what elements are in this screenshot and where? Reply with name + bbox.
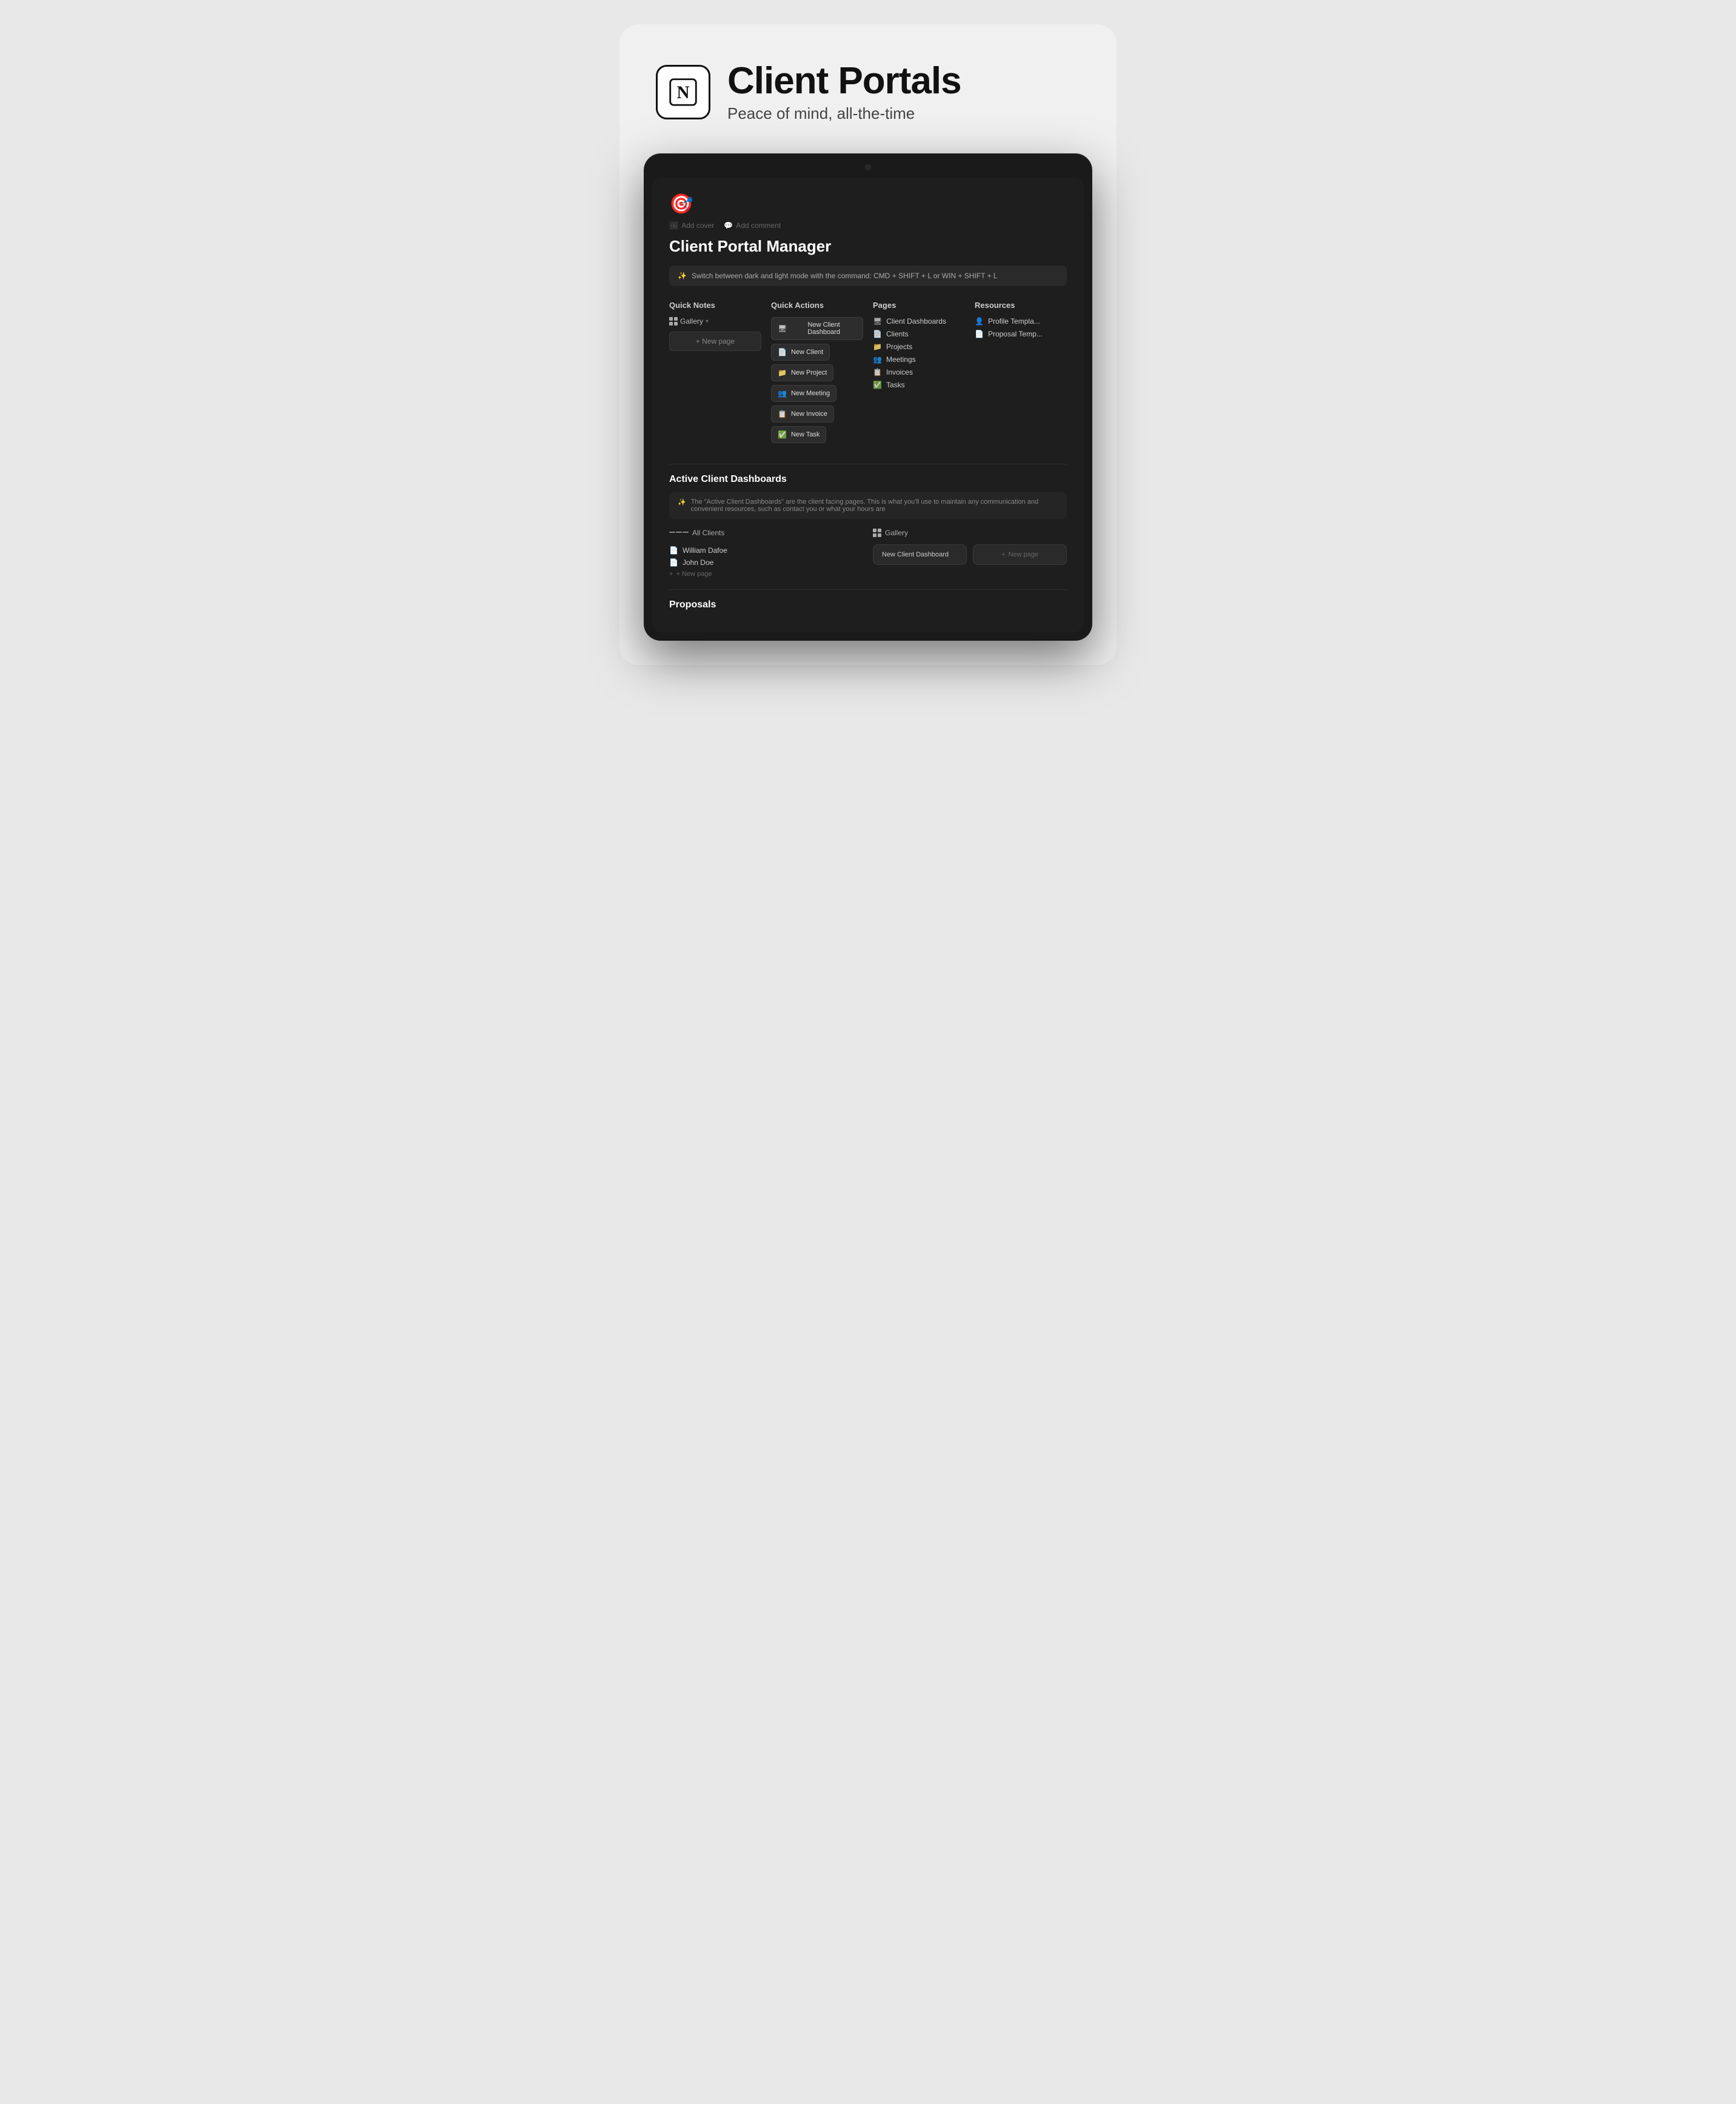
resource-item-1[interactable]: 📄 Proposal Temp... bbox=[975, 330, 1067, 338]
active-dashboards-section: Active Client Dashboards ✨ The "Active C… bbox=[669, 474, 1067, 579]
projects-icon: 📁 bbox=[873, 342, 882, 351]
page-item-4[interactable]: 📋 Invoices bbox=[873, 368, 965, 376]
profile-icon: 👤 bbox=[975, 317, 984, 326]
add-comment-btn[interactable]: 💬 Add comment bbox=[724, 221, 781, 230]
client-1-icon: 📄 bbox=[669, 558, 678, 567]
clients-gallery-view: Gallery New Client Dashboard + New page bbox=[873, 529, 1067, 579]
meetings-icon: 👥 bbox=[873, 355, 882, 364]
page-item-3[interactable]: 👥 Meetings bbox=[873, 355, 965, 364]
active-dashboards-info: ✨ The "Active Client Dashboards" are the… bbox=[669, 492, 1067, 519]
page-meta: 🖼 Add cover 💬 Add comment bbox=[669, 221, 1067, 230]
active-dashboards-title: Active Client Dashboards bbox=[669, 474, 1067, 485]
resource-item-0[interactable]: 👤 Profile Templa... bbox=[975, 317, 1067, 326]
action-btn-0[interactable]: 🖥 New Client Dashboard bbox=[771, 317, 863, 340]
proposal-icon: 📄 bbox=[975, 330, 984, 338]
main-subtitle: Peace of mind, all-the-time bbox=[727, 104, 961, 123]
gallery-view-label[interactable]: Gallery bbox=[873, 529, 1067, 537]
pages-list: 🖥 Client Dashboards 📄 Clients 📁 Projects bbox=[873, 317, 965, 389]
client-item-1[interactable]: 📄 John Doe bbox=[669, 556, 863, 569]
action-btn-5[interactable]: ✅ New Task bbox=[771, 426, 826, 443]
quick-actions-column: Quick Actions 🖥 New Client Dashboard 📄 N… bbox=[771, 301, 863, 447]
resources-heading: Resources bbox=[975, 301, 1067, 310]
pages-heading: Pages bbox=[873, 301, 965, 310]
action-btn-4[interactable]: 📋 New Invoice bbox=[771, 406, 834, 422]
all-clients-view-selector[interactable]: All Clients bbox=[669, 529, 863, 537]
comment-icon: 💬 bbox=[724, 221, 733, 230]
device-frame: 🎯 🖼 Add cover 💬 Add comment Client Porta… bbox=[644, 153, 1092, 641]
dashboards-icon: 🖥 bbox=[873, 317, 882, 326]
quick-actions-heading: Quick Actions bbox=[771, 301, 863, 310]
action-btn-3[interactable]: 👥 New Meeting bbox=[771, 385, 836, 402]
new-client-btn[interactable]: + + New page bbox=[669, 569, 863, 579]
gallery-selector[interactable]: Gallery ▾ bbox=[669, 317, 761, 326]
quick-notes-column: Quick Notes Gallery ▾ + New page bbox=[669, 301, 761, 447]
clients-layout: All Clients 📄 William Dafoe 📄 John Doe + bbox=[669, 529, 1067, 579]
plus-icon: + bbox=[669, 570, 673, 578]
meeting-icon: 👥 bbox=[778, 389, 787, 398]
client-item-0[interactable]: 📄 William Dafoe bbox=[669, 544, 863, 556]
banner-text: Switch between dark and light mode with … bbox=[692, 272, 998, 280]
svg-text:N: N bbox=[676, 83, 689, 102]
action-buttons-list: 🖥 New Client Dashboard 📄 New Client 📁 Ne… bbox=[771, 317, 863, 443]
page-item-5[interactable]: ✅ Tasks bbox=[873, 381, 965, 389]
device-camera bbox=[865, 164, 871, 170]
main-title: Client Portals bbox=[727, 61, 961, 102]
chevron-down-icon: ▾ bbox=[706, 318, 709, 325]
info-banner: ✨ Switch between dark and light mode wit… bbox=[669, 266, 1067, 286]
header-section: N Client Portals Peace of mind, all-the-… bbox=[644, 61, 961, 123]
monitor-icon: 🖥 bbox=[778, 324, 787, 333]
tasks-icon: ✅ bbox=[873, 381, 882, 389]
device-screen: 🎯 🖼 Add cover 💬 Add comment Client Porta… bbox=[652, 178, 1084, 632]
page-item-2[interactable]: 📁 Projects bbox=[873, 342, 965, 351]
notion-logo: N bbox=[656, 65, 710, 119]
page-icon: 🎯 bbox=[669, 192, 1067, 215]
list-view-icon bbox=[669, 532, 689, 534]
client-icon: 📄 bbox=[778, 348, 787, 356]
proposals-title: Proposals bbox=[669, 599, 1067, 610]
action-btn-1[interactable]: 📄 New Client bbox=[771, 344, 830, 361]
invoices-icon: 📋 bbox=[873, 368, 882, 376]
page-item-1[interactable]: 📄 Clients bbox=[873, 330, 965, 338]
image-icon: 🖼 bbox=[669, 221, 678, 230]
header-text: Client Portals Peace of mind, all-the-ti… bbox=[727, 61, 961, 123]
resources-column: Resources 👤 Profile Templa... 📄 Proposal… bbox=[975, 301, 1067, 447]
gallery-grid-icon bbox=[669, 317, 678, 326]
client-0-icon: 📄 bbox=[669, 546, 678, 555]
action-btn-2[interactable]: 📁 New Project bbox=[771, 364, 833, 381]
wand-icon: ✨ bbox=[678, 272, 687, 280]
columns-grid: Quick Notes Gallery ▾ + New page Quick A… bbox=[669, 301, 1067, 447]
gallery-card-new[interactable]: + New page bbox=[973, 544, 1067, 565]
task-icon: ✅ bbox=[778, 430, 787, 439]
info-text: The "Active Client Dashboards" are the c… bbox=[691, 498, 1058, 513]
add-cover-btn[interactable]: 🖼 Add cover bbox=[669, 221, 714, 230]
page-title: Client Portal Manager bbox=[669, 237, 1067, 256]
gallery-cards: New Client Dashboard + New page bbox=[873, 544, 1067, 565]
page-item-0[interactable]: 🖥 Client Dashboards bbox=[873, 317, 965, 326]
proposals-section: Proposals bbox=[669, 589, 1067, 610]
gallery-card-dashboard[interactable]: New Client Dashboard bbox=[873, 544, 967, 565]
pages-column: Pages 🖥 Client Dashboards 📄 Clients 📁 bbox=[873, 301, 965, 447]
new-page-button[interactable]: + New page bbox=[669, 332, 761, 351]
resources-list: 👤 Profile Templa... 📄 Proposal Temp... bbox=[975, 317, 1067, 338]
project-icon: 📁 bbox=[778, 369, 787, 377]
clients-icon: 📄 bbox=[873, 330, 882, 338]
quick-notes-heading: Quick Notes bbox=[669, 301, 761, 310]
gallery-icon-small bbox=[873, 529, 881, 537]
outer-wrapper: N Client Portals Peace of mind, all-the-… bbox=[619, 24, 1117, 665]
clients-list-view: All Clients 📄 William Dafoe 📄 John Doe + bbox=[669, 529, 863, 579]
info-wand-icon: ✨ bbox=[678, 498, 686, 513]
invoice-icon: 📋 bbox=[778, 410, 787, 418]
